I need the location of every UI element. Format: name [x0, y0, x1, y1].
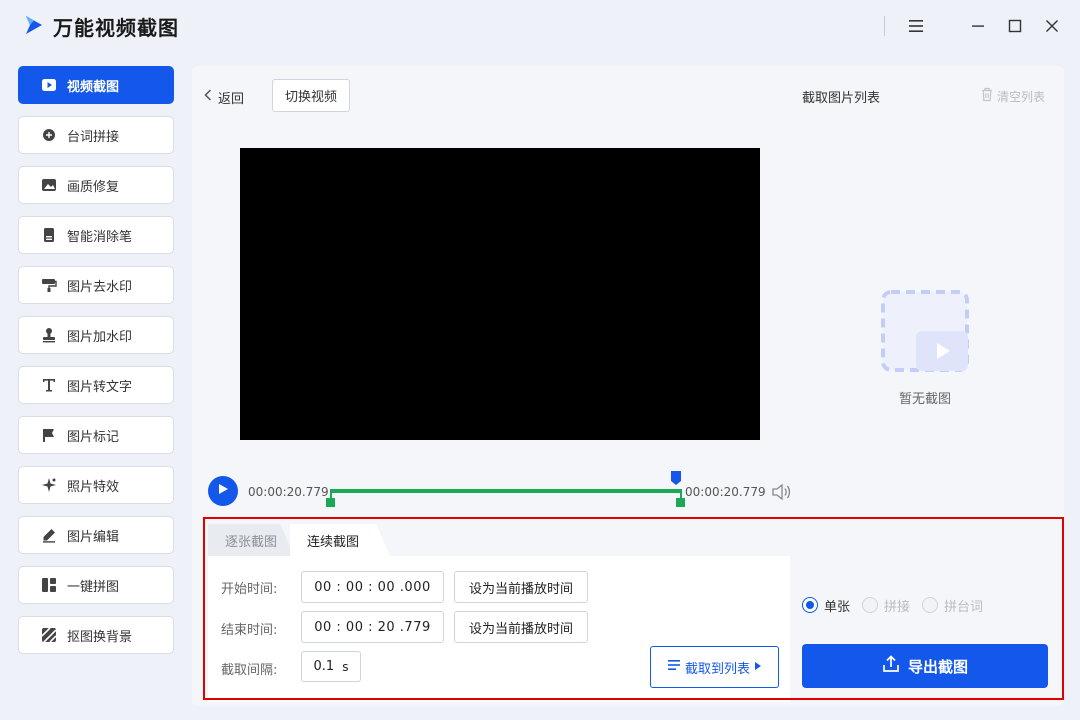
sidebar-item-label: 台词拼接	[67, 129, 120, 145]
capture-settings-highlight	[203, 517, 1064, 700]
sidebar-item-label: 智能消除笔	[67, 229, 133, 245]
range-end-handle[interactable]	[676, 498, 685, 507]
plus-circle-icon	[41, 127, 57, 143]
paint-roller-icon	[41, 277, 57, 293]
play-icon	[217, 483, 229, 499]
sidebar-item-label: 视频截图	[67, 79, 120, 95]
sidebar-item-label: 图片去水印	[67, 279, 133, 295]
image-icon	[41, 177, 57, 193]
sidebar-item-label: 图片转文字	[67, 379, 133, 395]
sidebar-item-label: 图片标记	[67, 429, 120, 445]
trash-icon	[980, 87, 994, 105]
close-icon[interactable]	[1040, 14, 1064, 38]
sidebar-item-0[interactable]: 视频截图	[18, 66, 174, 104]
sidebar-item-label: 图片加水印	[67, 329, 133, 345]
stripes-icon	[41, 627, 57, 643]
sidebar-item-label: 照片特效	[67, 479, 120, 495]
video-preview[interactable]	[240, 148, 760, 440]
play-button[interactable]	[208, 476, 238, 506]
video-capture-icon	[41, 77, 57, 93]
sidebar-item-label: 画质修复	[67, 179, 120, 195]
capture-list-title: 截取图片列表	[802, 91, 881, 106]
back-label: 返回	[218, 91, 245, 107]
minimize-icon[interactable]	[966, 14, 990, 38]
sidebar-item-5[interactable]: 图片加水印	[18, 316, 174, 354]
sidebar-item-8[interactable]: 照片特效	[18, 466, 174, 504]
flag-icon	[41, 427, 57, 443]
app-title: 万能视频截图	[53, 16, 179, 40]
collage-icon	[41, 577, 57, 593]
text-icon	[41, 377, 57, 393]
range-start-handle[interactable]	[326, 498, 335, 507]
clear-list-button[interactable]: 清空列表	[980, 87, 1045, 105]
sidebar-item-label: 抠图换背景	[67, 629, 133, 645]
clear-list-label: 清空列表	[997, 89, 1046, 104]
sidebar-item-2[interactable]: 画质修复	[18, 166, 174, 204]
volume-icon[interactable]	[771, 482, 793, 502]
maximize-icon[interactable]	[1003, 14, 1027, 38]
sidebar-item-10[interactable]: 一键拼图	[18, 566, 174, 604]
stamp-icon	[41, 327, 57, 343]
pencil-icon	[41, 527, 57, 543]
document-icon	[41, 227, 57, 243]
menu-icon[interactable]	[904, 14, 928, 38]
empty-state-text: 暂无截图	[898, 392, 951, 407]
sidebar-item-6[interactable]: 图片转文字	[18, 366, 174, 404]
sidebar-item-1[interactable]: 台词拼接	[18, 116, 174, 154]
sidebar-item-9[interactable]: 图片编辑	[18, 516, 174, 554]
sidebar-item-label: 一键拼图	[67, 579, 120, 595]
sidebar-item-7[interactable]: 图片标记	[18, 416, 174, 454]
chevron-left-icon	[204, 89, 212, 105]
sidebar-item-3[interactable]: 智能消除笔	[18, 216, 174, 254]
empty-screenshot-icon	[880, 289, 970, 373]
playhead-handle[interactable]	[670, 470, 682, 486]
sidebar-item-label: 图片编辑	[67, 529, 120, 545]
app-logo-icon	[24, 14, 44, 36]
back-button[interactable]: 返回	[204, 86, 244, 108]
sparkle-icon	[41, 477, 57, 493]
current-time: 00:00:20.779	[248, 485, 329, 499]
sidebar-item-4[interactable]: 图片去水印	[18, 266, 174, 304]
end-time: 00:00:20.779	[685, 485, 766, 499]
sidebar-item-11[interactable]: 抠图换背景	[18, 616, 174, 654]
window-controls-divider	[884, 16, 885, 36]
selection-range-track[interactable]	[330, 489, 682, 493]
switch-video-button[interactable]: 切换视频	[272, 79, 350, 112]
